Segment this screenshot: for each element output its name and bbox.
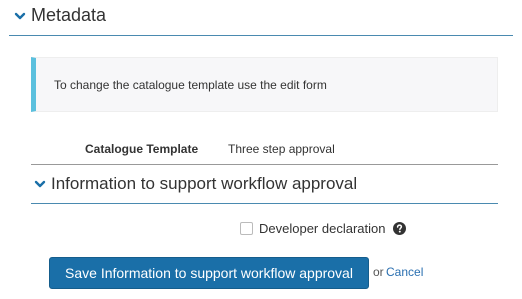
developer-declaration-checkbox[interactable] — [240, 222, 253, 235]
info-callout: To change the catalogue template use the… — [31, 57, 498, 112]
metadata-section-toggle[interactable]: Metadata — [14, 5, 106, 26]
developer-declaration-row: Developer declaration — [240, 221, 407, 236]
metadata-divider — [9, 35, 513, 36]
developer-declaration-label[interactable]: Developer declaration — [259, 221, 385, 236]
info-message: To change the catalogue template use the… — [54, 77, 327, 92]
cancel-link[interactable]: Cancel — [386, 265, 423, 279]
question-circle-icon[interactable] — [393, 222, 407, 235]
chevron-down-icon — [34, 178, 46, 190]
metadata-section-title: Metadata — [31, 5, 107, 25]
chevron-down-icon — [14, 10, 26, 22]
save-workflow-info-button[interactable]: Save Information to support workflow app… — [49, 257, 369, 289]
catalogue-divider — [31, 164, 498, 165]
workflow-section-toggle[interactable]: Information to support workflow approval — [34, 174, 357, 194]
workflow-section-title: Information to support workflow approval — [51, 174, 358, 193]
catalogue-template-label: Catalogue Template — [85, 142, 199, 156]
catalogue-template-value: Three step approval — [228, 142, 335, 156]
or-text: or — [373, 265, 384, 279]
page: Metadata To change the catalogue templat… — [0, 0, 522, 299]
workflow-divider — [31, 203, 498, 204]
